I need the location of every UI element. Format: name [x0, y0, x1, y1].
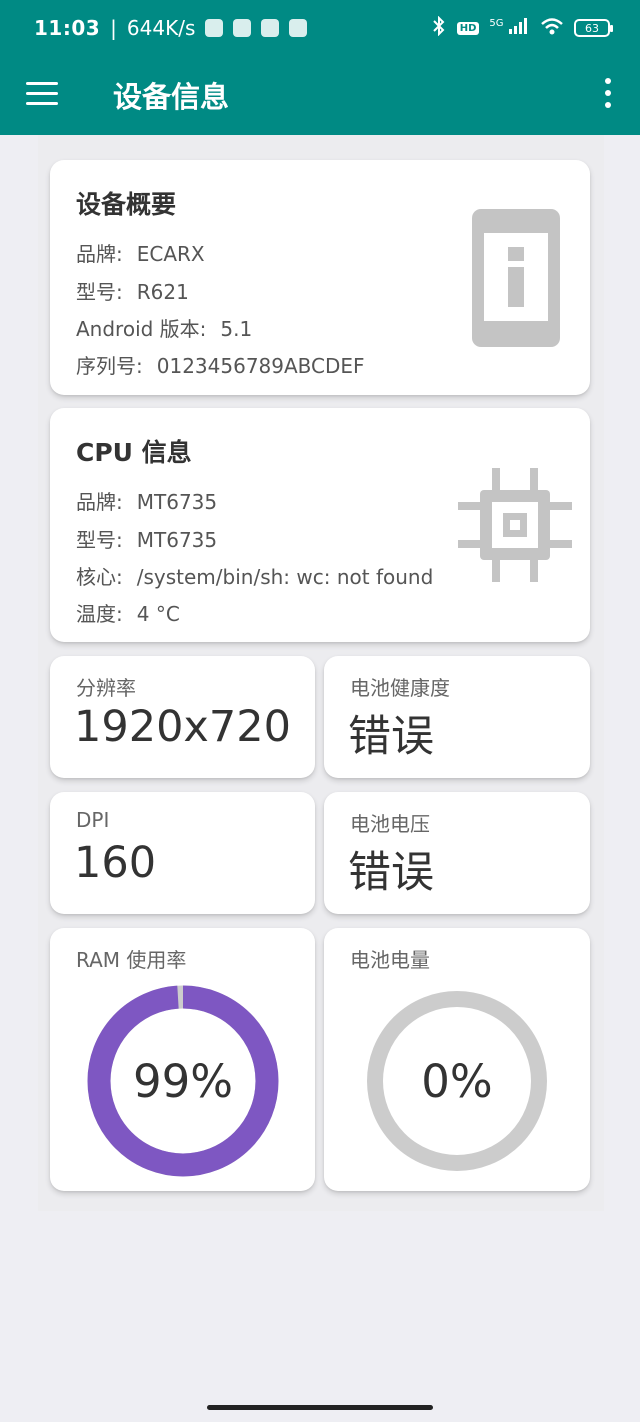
page-title: 设备信息: [113, 80, 230, 114]
info-row-cpu-temperature: 温度: 4 °C: [76, 598, 180, 627]
info-key: 核心:: [76, 565, 123, 589]
nfc-icon: [205, 19, 224, 37]
status-time: 11:03: [34, 16, 101, 40]
wifi-icon: [540, 17, 564, 39]
stat-label: 电池健康度: [350, 676, 450, 700]
info-value: 4 °C: [136, 602, 180, 626]
battery-voltage-card[interactable]: 电池电压 错误: [324, 792, 590, 914]
cellular-signal-icon: 5G: [489, 18, 530, 38]
info-row-android-version: Android 版本: 5.1: [76, 313, 252, 342]
info-key: 温度:: [76, 602, 123, 626]
info-row-brand: 品牌: ECARX: [76, 238, 205, 267]
status-bar-left: 11:03 | 644K/s: [34, 16, 308, 40]
stat-label: 电池电量: [350, 948, 430, 972]
info-row-cpu-cores: 核心: /system/bin/sh: wc: not found: [76, 561, 433, 590]
stat-label: 分辨率: [76, 676, 136, 700]
network-speed: 644K/s: [126, 16, 196, 40]
card-title: CPU 信息: [76, 438, 192, 467]
info-row-serial: 序列号: 0123456789ABCDEF: [76, 350, 365, 379]
stat-value: 错误: [348, 712, 434, 762]
info-value: MT6735: [136, 490, 218, 514]
sim-notification-icon: [261, 19, 280, 37]
menu-icon[interactable]: [26, 82, 60, 108]
stat-value: 160: [74, 838, 157, 888]
ram-usage-card[interactable]: RAM 使用率 99%: [50, 928, 315, 1191]
info-value: /system/bin/sh: wc: not found: [136, 565, 434, 589]
app-notification-icon: [233, 19, 252, 37]
status-divider: |: [110, 16, 117, 40]
stat-value: 1920x720: [74, 702, 291, 752]
stat-label: 电池电压: [350, 812, 430, 836]
app-bar: 设备信息: [0, 56, 640, 135]
info-value: R621: [136, 280, 189, 304]
stat-label: RAM 使用率: [76, 948, 187, 972]
status-bar-right: HD 5G 63: [431, 15, 613, 40]
status-bar: 11:03 | 644K/s HD 5G 63: [0, 0, 640, 56]
info-value: 5.1: [220, 317, 253, 341]
stat-value: 错误: [348, 848, 434, 898]
info-key: 型号:: [76, 528, 123, 552]
ring-value: 0%: [421, 1054, 493, 1108]
stat-label: DPI: [76, 808, 110, 832]
card-title: 设备概要: [76, 190, 177, 219]
info-key: Android 版本:: [76, 317, 207, 341]
battery-level-text: 63: [585, 21, 599, 35]
device-overview-card[interactable]: 设备概要 品牌: ECARX 型号: R621 Android 版本: 5.1 序列号…: [50, 160, 590, 395]
battery-icon: 63: [574, 19, 613, 37]
device-info-icon: [472, 209, 560, 351]
bluetooth-icon: [431, 15, 447, 40]
info-key: 品牌:: [76, 242, 123, 266]
info-row-model: 型号: R621: [76, 276, 189, 305]
info-key: 品牌:: [76, 490, 123, 514]
info-value: ECARX: [136, 242, 205, 266]
hd-voice-icon: HD: [456, 21, 480, 35]
more-options-icon[interactable]: [602, 78, 614, 108]
battery-level-ring: 0%: [364, 988, 550, 1174]
info-key: 型号:: [76, 280, 123, 304]
battery-level-card[interactable]: 电池电量 0%: [324, 928, 590, 1191]
wechat-icon: [289, 19, 308, 37]
info-value: MT6735: [136, 528, 218, 552]
ring-value: 99%: [132, 1054, 234, 1108]
dpi-card[interactable]: DPI 160: [50, 792, 315, 914]
cpu-info-card[interactable]: CPU 信息 品牌: MT6735 型号: MT6735 核心: /system/bi…: [50, 408, 590, 642]
network-type: 5G: [489, 18, 504, 29]
info-key: 序列号:: [76, 354, 143, 378]
ram-usage-ring: 99%: [87, 985, 279, 1177]
cpu-chip-icon: [458, 468, 572, 586]
info-row-cpu-model: 型号: MT6735: [76, 524, 217, 553]
battery-health-card[interactable]: 电池健康度 错误: [324, 656, 590, 778]
info-value: 0123456789ABCDEF: [156, 354, 365, 378]
gesture-nav-bar[interactable]: [207, 1405, 433, 1410]
resolution-card[interactable]: 分辨率 1920x720: [50, 656, 315, 778]
info-row-cpu-brand: 品牌: MT6735: [76, 486, 217, 515]
